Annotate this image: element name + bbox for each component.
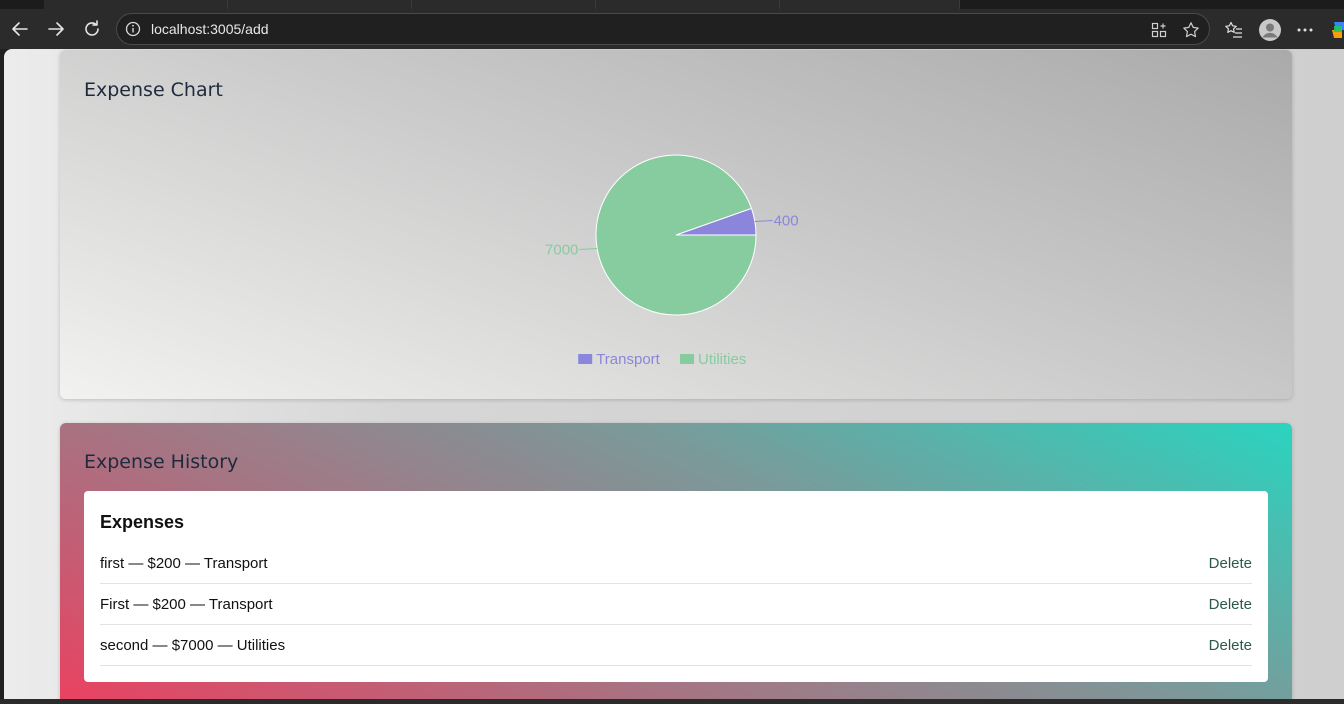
legend-item-transport[interactable]: Transport <box>596 351 660 368</box>
favorites-button[interactable] <box>1222 18 1246 42</box>
arrow-right-icon <box>48 22 64 36</box>
refresh-button[interactable] <box>78 15 106 43</box>
history-card-title: Expense History <box>84 451 239 473</box>
browser-toolbar: localhost:3005/add <box>0 9 1344 49</box>
refresh-icon <box>85 20 99 36</box>
copilot-icon <box>1332 22 1344 38</box>
pie-label-line <box>754 219 773 222</box>
copilot-button[interactable] <box>1330 18 1344 42</box>
pie-slice-utilities[interactable] <box>595 154 757 316</box>
pie-label-line <box>579 248 598 251</box>
info-icon[interactable] <box>125 21 141 37</box>
back-button[interactable] <box>6 15 34 43</box>
expenses-panel: Expenses first — $200 — Transport Delete… <box>84 491 1268 682</box>
list-item: second — $7000 — Utilities Delete <box>100 625 1252 666</box>
more-button[interactable] <box>1293 18 1317 42</box>
pie-chart: 400 7000 Transport Utilities <box>545 154 799 368</box>
browser-tab[interactable] <box>44 0 228 9</box>
browser-tab[interactable] <box>412 0 596 9</box>
list-item: first — $200 — Transport Delete <box>100 543 1252 584</box>
profile-button[interactable] <box>1258 18 1282 42</box>
delete-button[interactable]: Delete <box>1209 637 1252 654</box>
favorite-button[interactable] <box>1181 20 1201 40</box>
list-item: First — $200 — Transport Delete <box>100 584 1252 625</box>
avatar-icon <box>1259 19 1281 41</box>
star-icon <box>1183 22 1199 38</box>
app-available-button[interactable] <box>1149 20 1169 40</box>
bottom-bar <box>0 699 1344 704</box>
expense-chart-card: Expense Chart 400 7000 Transport Utilities <box>60 50 1292 399</box>
expense-list: first — $200 — Transport Delete First — … <box>100 543 1252 666</box>
browser-tab[interactable] <box>596 0 780 9</box>
address-bar[interactable]: localhost:3005/add <box>116 13 1210 45</box>
browser-tab[interactable] <box>780 0 960 9</box>
expense-text: first — $200 — Transport <box>100 555 268 572</box>
more-dots-icon <box>1297 28 1313 32</box>
url-text[interactable]: localhost:3005/add <box>151 21 269 37</box>
browser-tab[interactable] <box>228 0 412 9</box>
delete-button[interactable]: Delete <box>1209 555 1252 572</box>
legend-item-utilities[interactable]: Utilities <box>698 351 746 368</box>
pie-value-label: 7000 <box>545 242 578 259</box>
apps-icon <box>1151 22 1167 38</box>
delete-button[interactable]: Delete <box>1209 596 1252 613</box>
expense-text: second — $7000 — Utilities <box>100 637 286 654</box>
page-viewport: Expense Chart 400 7000 Transport Utilities … <box>4 49 1344 699</box>
expense-history-card: Expense History Expenses first — $200 — … <box>60 423 1292 699</box>
forward-button[interactable] <box>42 15 70 43</box>
expenses-title: Expenses <box>100 512 185 532</box>
favorites-list-icon <box>1225 21 1242 38</box>
pie-value-label: 400 <box>774 212 799 229</box>
expense-text: First — $200 — Transport <box>100 596 273 613</box>
tab-strip <box>0 0 1344 9</box>
legend-swatch <box>680 354 694 364</box>
arrow-left-icon <box>12 22 28 36</box>
legend-swatch <box>578 354 593 364</box>
